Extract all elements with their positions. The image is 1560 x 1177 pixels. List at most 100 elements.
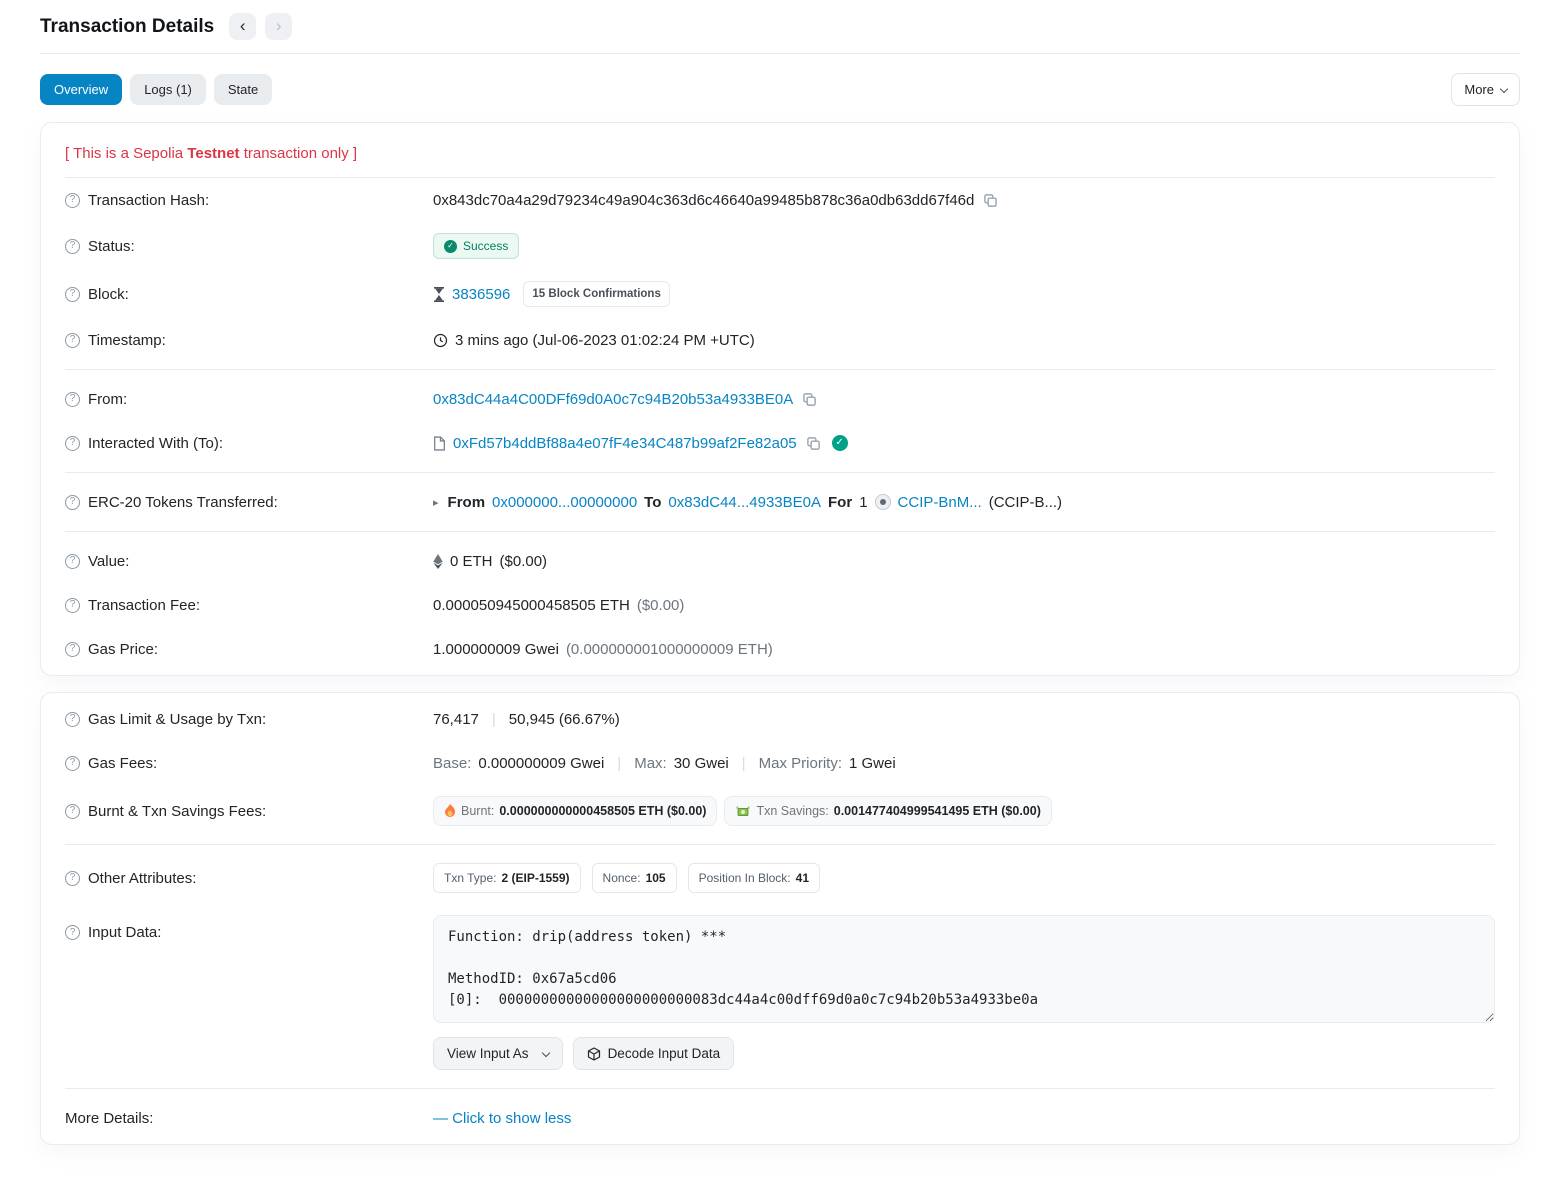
value-amount: 0 ETH: [450, 553, 493, 570]
block-label: Block:: [88, 286, 129, 303]
help-icon[interactable]: ?: [65, 287, 80, 302]
transfer-from-label: From: [448, 494, 486, 511]
transfer-to-address-link[interactable]: 0x83dC44...4933BE0A: [668, 494, 821, 511]
input-data-label: Input Data:: [88, 924, 161, 941]
divider: [65, 369, 1495, 370]
status-label: Status:: [88, 238, 135, 255]
gas-limit-value: 76,417: [433, 711, 479, 728]
check-circle-icon: ✓: [444, 240, 457, 253]
chevron-left-icon: ‹: [240, 17, 246, 34]
transfer-to-label: To: [644, 494, 661, 511]
position-label: Position In Block:: [699, 871, 791, 885]
txn-savings-label: Txn Savings:: [756, 804, 828, 818]
txn-savings-badge: Txn Savings: 0.001477404999541495 ETH ($…: [724, 796, 1051, 826]
help-icon[interactable]: ?: [65, 333, 80, 348]
help-icon[interactable]: ?: [65, 436, 80, 451]
overview-card: [ This is a Sepolia Testnet transaction …: [40, 122, 1520, 676]
cube-icon: [587, 1047, 601, 1061]
divider: [65, 531, 1495, 532]
gas-usage-value: 50,945 (66.67%): [509, 711, 620, 728]
burnt-savings-label: Burnt & Txn Savings Fees:: [88, 803, 266, 820]
row-value: ? Value: 0 ETH ($0.00): [65, 539, 1495, 583]
gas-fees-label: Gas Fees:: [88, 755, 157, 772]
transfer-amount: 1: [859, 494, 867, 511]
help-glyph: ?: [70, 644, 76, 654]
tab-list: Overview Logs (1) State: [40, 74, 272, 105]
help-icon[interactable]: ?: [65, 871, 80, 886]
copy-icon[interactable]: [981, 193, 1000, 208]
banner-prefix: [ This is a Sepolia: [65, 145, 187, 162]
help-icon[interactable]: ?: [65, 756, 80, 771]
separator: |: [742, 755, 746, 772]
help-glyph: ?: [70, 438, 76, 448]
help-icon[interactable]: ?: [65, 392, 80, 407]
from-address-link[interactable]: 0x83dC44a4C00DFf69d0A0c7c94B20b53a4933BE…: [433, 391, 793, 408]
contract-address-link[interactable]: 0xFd57b4ddBf88a4e07fF4e34C487b99af2Fe82a…: [453, 435, 797, 452]
help-icon[interactable]: ?: [65, 193, 80, 208]
contract-document-icon: [433, 436, 446, 451]
chevron-right-icon: ›: [276, 17, 282, 34]
help-glyph: ?: [70, 241, 76, 251]
gas-price-gwei: 1.000000009 Gwei: [433, 641, 559, 658]
timestamp-label: Timestamp:: [88, 332, 166, 349]
row-block: ? Block: 3836596 15 Block Confirmations: [65, 270, 1495, 318]
more-button-label: More: [1464, 82, 1494, 97]
copy-icon[interactable]: [804, 436, 823, 451]
help-icon[interactable]: ?: [65, 239, 80, 254]
ethereum-icon: [433, 554, 443, 569]
divider: [65, 472, 1495, 473]
prev-transaction-button[interactable]: ‹: [229, 13, 256, 40]
input-data-textarea[interactable]: Function: drip(address token) *** Method…: [433, 915, 1495, 1023]
help-icon[interactable]: ?: [65, 642, 80, 657]
transfer-from-address-link[interactable]: 0x000000...00000000: [492, 494, 637, 511]
separator: |: [617, 755, 621, 772]
value-usd: ($0.00): [500, 553, 548, 570]
gas-base-label: Base:: [433, 755, 471, 772]
help-icon[interactable]: ?: [65, 554, 80, 569]
row-gas-limit-usage: ? Gas Limit & Usage by Txn: 76,417 | 50,…: [65, 697, 1495, 741]
tab-logs[interactable]: Logs (1): [130, 74, 206, 105]
nonce-badge: Nonce: 105: [592, 863, 677, 893]
position-in-block-badge: Position In Block: 41: [688, 863, 820, 893]
row-burnt-savings: ? Burnt & Txn Savings Fees: Burnt: 0.000…: [65, 785, 1495, 837]
transaction-fee-label: Transaction Fee:: [88, 597, 200, 614]
help-icon[interactable]: ?: [65, 495, 80, 510]
tab-overview[interactable]: Overview: [40, 74, 122, 105]
view-input-as-button[interactable]: View Input As: [433, 1037, 563, 1070]
block-number-link[interactable]: 3836596: [452, 286, 510, 303]
help-glyph: ?: [70, 928, 76, 938]
banner-network: Testnet: [187, 145, 239, 162]
nonce-label: Nonce:: [603, 871, 641, 885]
decode-input-data-label: Decode Input Data: [608, 1046, 721, 1061]
next-transaction-button[interactable]: ›: [265, 13, 292, 40]
help-glyph: ?: [70, 394, 76, 404]
help-icon[interactable]: ?: [65, 925, 80, 940]
txn-type-value: 2 (EIP-1559): [501, 871, 569, 885]
txn-type-badge: Txn Type: 2 (EIP-1559): [433, 863, 581, 893]
page-header: Transaction Details ‹ ›: [40, 0, 1520, 54]
row-from: ? From: 0x83dC44a4C00DFf69d0A0c7c94B20b5…: [65, 377, 1495, 421]
transaction-fee-amount: 0.000050945000458505 ETH: [433, 597, 630, 614]
help-glyph: ?: [70, 758, 76, 768]
help-glyph: ?: [70, 289, 76, 299]
more-button[interactable]: More: [1451, 73, 1520, 106]
help-icon[interactable]: ?: [65, 598, 80, 613]
input-data-actions: View Input As Decode Input Data: [433, 1037, 1495, 1070]
gas-base-value: 0.000000009 Gwei: [478, 755, 604, 772]
timestamp-value: 3 mins ago (Jul-06-2023 01:02:24 PM +UTC…: [455, 332, 755, 349]
show-less-toggle-link[interactable]: — Click to show less: [433, 1110, 571, 1127]
nonce-value: 105: [646, 871, 666, 885]
token-name-link[interactable]: CCIP-BnM...: [898, 494, 982, 511]
row-timestamp: ? Timestamp: 3 mins ago (Jul-06-2023 01:…: [65, 318, 1495, 362]
gas-price-eth: (0.000000001000000009 ETH): [566, 641, 773, 658]
help-icon[interactable]: ?: [65, 712, 80, 727]
copy-icon[interactable]: [800, 392, 819, 407]
decode-input-data-button[interactable]: Decode Input Data: [573, 1037, 735, 1070]
row-status: ? Status: ✓ Success: [65, 222, 1495, 270]
tab-state[interactable]: State: [214, 74, 272, 105]
help-icon[interactable]: ?: [65, 804, 80, 819]
row-erc20-transfers: ? ERC-20 Tokens Transferred: ▸ From 0x00…: [65, 480, 1495, 524]
money-wings-icon: [735, 805, 751, 817]
row-other-attributes: ? Other Attributes: Txn Type: 2 (EIP-155…: [65, 852, 1495, 904]
txn-savings-value: 0.001477404999541495 ETH ($0.00): [834, 804, 1041, 818]
